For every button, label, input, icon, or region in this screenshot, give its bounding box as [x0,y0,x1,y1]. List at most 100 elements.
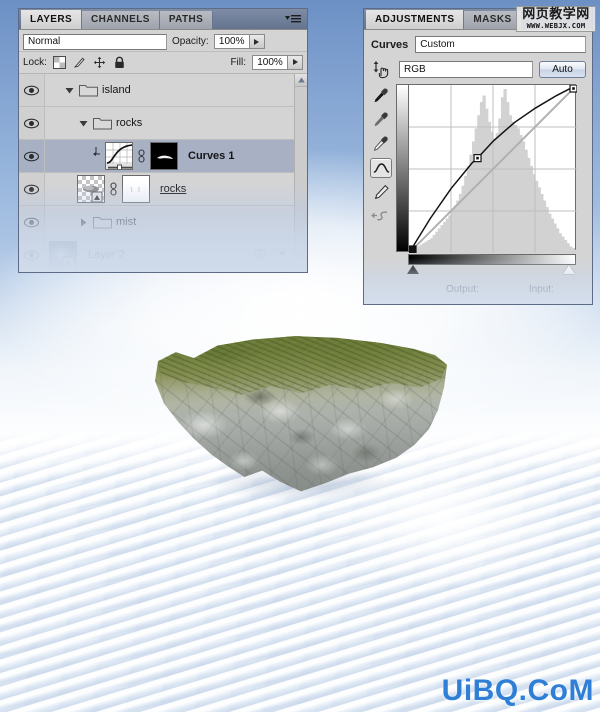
screenshot-root: LAYERS CHANNELS PATHS Normal Opacity: 10… [0,0,600,712]
lock-fill-row: Lock: Fill: 100% [19,51,307,73]
visibility-toggle-island[interactable] [19,74,45,106]
fill-input[interactable]: 100% [252,54,288,70]
target-adjustment-icon[interactable] [371,59,393,79]
layer-options-chevron-icon[interactable] [278,249,287,261]
watermark-cn-text: 网页教学网 [522,7,590,22]
watermark-url-text: WWW.WEBJX.COM [526,22,586,30]
folder-icon [93,215,112,229]
tab-masks[interactable]: MASKS [464,11,522,29]
eye-icon [24,250,39,260]
visibility-toggle-layer-2[interactable] [19,239,45,271]
layers-scrollbar[interactable] [294,74,307,271]
output-input-row: Output: Input: [396,276,586,295]
scroll-up-icon[interactable] [295,74,307,87]
layer-name-rocks[interactable]: rocks [160,183,186,195]
eye-icon [24,85,39,95]
lock-position-icon[interactable] [93,56,106,69]
curves-adjustment-thumbnail[interactable] [105,142,133,170]
layer-row-curves-1[interactable]: Curves 1 [19,140,307,173]
output-gradient-bar [396,84,408,252]
layers-panel-body: Normal Opacity: 100% Lock: Fill: 100% is… [19,30,307,272]
eye-icon [24,151,39,161]
tab-layers[interactable]: LAYERS [21,10,83,29]
smooth-curve-icon[interactable] [370,206,392,226]
adjustments-panel-body: Curves Custom RGB Auto Output: Input: [364,30,592,304]
channel-select[interactable]: RGB [399,60,533,78]
layer-name-mist[interactable]: mist [116,216,136,228]
layers-panel: LAYERS CHANNELS PATHS Normal Opacity: 10… [18,8,308,273]
tab-channels[interactable]: CHANNELS [82,11,160,29]
opacity-slider-arrow-icon[interactable] [249,34,265,49]
curve-tool-column [366,84,396,226]
watermark-bottom-right: UiBQ.CoM [441,674,594,707]
layer-name-rocks-group[interactable]: rocks [116,117,142,129]
tab-paths[interactable]: PATHS [159,11,214,29]
visibility-toggle-mist[interactable] [19,206,45,238]
layer-row-rocks[interactable]: rocks [19,173,307,206]
lock-paint-icon[interactable] [73,56,86,69]
watermark-top-right: 网页教学网 WWW.WEBJX.COM [516,6,596,32]
white-point-slider[interactable] [563,265,575,274]
floating-island-image [152,333,450,513]
link-layers-icon[interactable] [137,149,146,163]
black-point-eyedropper-icon[interactable] [370,86,392,106]
curves-graph[interactable] [408,84,577,253]
folder-icon [93,116,112,130]
blend-opacity-row: Normal Opacity: 100% [19,30,307,51]
layer-2-thumbnail[interactable] [49,241,77,269]
lock-all-icon[interactable] [113,56,126,69]
input-range-sliders [407,265,576,276]
auto-button[interactable]: Auto [539,60,586,78]
gray-point-eyedropper-icon[interactable] [370,110,392,130]
eye-icon [24,217,39,227]
layer-effects-icon[interactable] [254,248,266,263]
blend-mode-select[interactable]: Normal [23,33,167,50]
lock-label: Lock: [23,56,47,68]
output-label: Output: [446,284,479,295]
eye-icon [24,184,39,194]
visibility-toggle-rocks[interactable] [19,173,45,205]
layers-panel-menu-icon[interactable] [284,14,302,25]
layer-list: island rocks Curves 1 rocks mist Layer 2 [19,73,307,271]
link-layers-icon[interactable] [109,182,118,196]
visibility-toggle-curves-1[interactable] [19,140,45,172]
folder-icon [79,83,98,97]
layer-name-curves-1[interactable]: Curves 1 [188,150,234,162]
layer-row-mist[interactable]: mist [19,206,307,239]
curves-layer-mask-thumbnail[interactable] [150,142,178,170]
curves-preset-row: Curves Custom [364,30,592,58]
fill-slider-arrow-icon[interactable] [288,54,303,70]
layer-name-island[interactable]: island [102,84,131,96]
island-rock-body [154,336,448,492]
black-point-slider[interactable] [407,265,419,274]
tab-adjustments[interactable]: ADJUSTMENTS [366,10,465,29]
curve-graph-column: Output: Input: [396,84,586,295]
group-twisty-rocks[interactable] [77,119,89,128]
eye-icon [24,118,39,128]
layer-row-layer-2[interactable]: Layer 2 [19,239,307,271]
group-twisty-island[interactable] [63,86,75,95]
adjustments-panel: ADJUSTMENTS MASKS Curves Custom RGB Auto… [363,8,593,305]
curves-preset-select[interactable]: Custom [415,36,586,53]
curve-point-tool-icon[interactable] [370,158,392,178]
layers-panel-tabstrip: LAYERS CHANNELS PATHS [19,9,307,30]
rocks-layer-thumbnail[interactable] [77,175,105,203]
layer-name-layer-2[interactable]: Layer 2 [88,249,125,261]
group-twisty-mist[interactable] [77,218,89,227]
lock-icons-group [52,55,126,69]
visibility-toggle-rocks-group[interactable] [19,107,45,139]
rocks-layer-mask-thumbnail[interactable] [122,175,150,203]
pencil-tool-icon[interactable] [370,182,392,202]
layer-row-island[interactable]: island [19,74,307,107]
opacity-input[interactable]: 100% [213,34,250,49]
fill-label: Fill: [230,56,246,68]
input-gradient-bar [408,254,576,265]
lock-transparency-icon[interactable] [52,55,66,69]
input-label: Input: [528,284,554,295]
clipping-mask-icon [91,146,101,167]
curve-editor: Output: Input: [364,84,592,295]
channel-row: RGB Auto [364,58,592,84]
white-point-eyedropper-icon[interactable] [370,134,392,154]
curves-title: Curves [371,38,409,51]
layer-row-rocks-group[interactable]: rocks [19,107,307,140]
